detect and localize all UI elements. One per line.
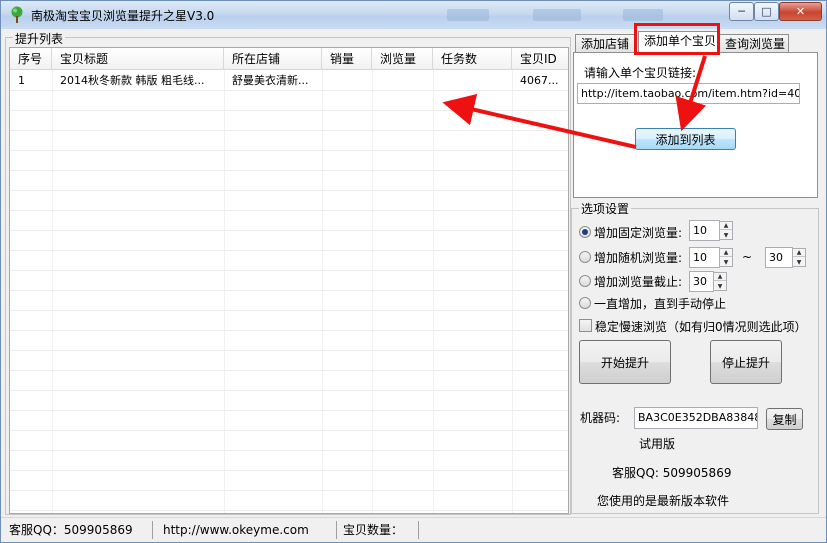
forever-label: 一直增加，直到手动停止 bbox=[594, 297, 727, 311]
copy-button[interactable]: 复制 bbox=[766, 408, 803, 430]
empty-row bbox=[10, 471, 568, 491]
tab-add-shop[interactable]: 添加店铺 bbox=[575, 34, 637, 53]
slow-browse-label: 稳定慢速浏览（如有归0情况则选此项） bbox=[595, 320, 807, 334]
list-header: 序号 宝贝标题 所在店铺 销量 浏览量 任务数 宝贝ID bbox=[10, 48, 568, 70]
stop-button[interactable]: 停止提升 bbox=[710, 340, 782, 384]
empty-row bbox=[10, 171, 568, 191]
tab-query-views[interactable]: 查询浏览量 bbox=[719, 34, 789, 53]
close-icon: ✕ bbox=[795, 5, 806, 18]
empty-row bbox=[10, 411, 568, 431]
maximize-icon: □ bbox=[761, 5, 772, 18]
views-until-input[interactable]: 30 bbox=[689, 271, 714, 292]
table-row[interactable]: 1 2014秋冬新款 韩版 粗毛线... 舒曼美衣清新... 4067... bbox=[10, 71, 568, 91]
range-separator: ~ bbox=[742, 250, 753, 264]
empty-row bbox=[10, 431, 568, 451]
title-bar[interactable]: 南极淘宝宝贝浏览量提升之星V3.0 ─ □ ✕ bbox=[1, 1, 826, 29]
blurred-menu-item bbox=[447, 9, 489, 21]
empty-row bbox=[10, 271, 568, 291]
col-header-title[interactable]: 宝贝标题 bbox=[52, 48, 224, 70]
col-header-views[interactable]: 浏览量 bbox=[372, 48, 433, 70]
app-window: 南极淘宝宝贝浏览量提升之星V3.0 ─ □ ✕ 提升列表 序号 宝贝标题 所在店… bbox=[0, 0, 827, 543]
item-list[interactable]: 序号 宝贝标题 所在店铺 销量 浏览量 任务数 宝贝ID 1 2014秋冬新款 … bbox=[9, 47, 569, 514]
stepper-down-icon[interactable]: ▼ bbox=[720, 258, 732, 266]
tree-icon bbox=[11, 6, 23, 23]
status-qq: 客服QQ：509905869 bbox=[3, 521, 153, 539]
empty-row bbox=[10, 251, 568, 271]
random-views-label: 增加随机浏览量: bbox=[594, 251, 683, 265]
cell-item-id: 4067... bbox=[520, 74, 559, 87]
minimize-icon: ─ bbox=[738, 5, 745, 18]
minimize-button[interactable]: ─ bbox=[729, 2, 754, 21]
random-max-stepper[interactable]: ▲ ▼ bbox=[792, 248, 806, 267]
close-button[interactable]: ✕ bbox=[779, 2, 822, 21]
item-url-input[interactable]: http://item.taobao.com/item.htm?id=40672… bbox=[577, 83, 800, 104]
cell-shop: 舒曼美衣清新... bbox=[232, 74, 309, 87]
machine-code-label: 机器码: bbox=[580, 411, 621, 425]
slow-browse-checkbox[interactable] bbox=[579, 319, 592, 332]
empty-row bbox=[10, 231, 568, 251]
blurred-menu-item bbox=[623, 9, 663, 21]
empty-row bbox=[10, 211, 568, 231]
col-header-index[interactable]: 序号 bbox=[10, 48, 52, 70]
fixed-views-input[interactable]: 10 bbox=[689, 220, 720, 241]
forever-radio[interactable] bbox=[579, 297, 591, 309]
maximize-button[interactable]: □ bbox=[754, 2, 779, 21]
list-group-label: 提升列表 bbox=[13, 30, 66, 47]
random-min-input[interactable]: 10 bbox=[689, 247, 720, 268]
col-header-shop[interactable]: 所在店铺 bbox=[224, 48, 322, 70]
stepper-down-icon[interactable]: ▼ bbox=[793, 258, 805, 266]
tab-add-item[interactable]: 添加单个宝贝 bbox=[638, 31, 718, 53]
empty-row bbox=[10, 351, 568, 371]
options-group-label: 选项设置 bbox=[579, 200, 632, 217]
col-header-sales[interactable]: 销量 bbox=[322, 48, 372, 70]
empty-row bbox=[10, 311, 568, 331]
status-url[interactable]: http://www.okeyme.com bbox=[157, 521, 337, 539]
stepper-up-icon[interactable]: ▲ bbox=[720, 222, 732, 230]
start-button[interactable]: 开始提升 bbox=[579, 340, 671, 384]
cell-sales bbox=[322, 71, 372, 91]
empty-row bbox=[10, 391, 568, 411]
empty-row bbox=[10, 491, 568, 511]
item-link-prompt: 请输入单个宝贝链接: bbox=[584, 66, 697, 80]
cell-title: 2014秋冬新款 韩版 粗毛线... bbox=[60, 74, 205, 87]
status-bar: 客服QQ：509905869 http://www.okeyme.com 宝贝数… bbox=[1, 517, 826, 542]
stepper-down-icon[interactable]: ▼ bbox=[720, 231, 732, 239]
fixed-views-radio[interactable] bbox=[579, 226, 591, 238]
window-title: 南极淘宝宝贝浏览量提升之星V3.0 bbox=[31, 9, 215, 23]
stepper-up-icon[interactable]: ▲ bbox=[720, 249, 732, 257]
status-item-count: 宝贝数量： bbox=[337, 521, 419, 539]
random-views-radio[interactable] bbox=[579, 251, 591, 263]
cell-views bbox=[372, 71, 433, 91]
views-until-label: 增加浏览量截止: bbox=[594, 275, 683, 289]
stepper-up-icon[interactable]: ▲ bbox=[793, 249, 805, 257]
stepper-up-icon[interactable]: ▲ bbox=[714, 273, 726, 281]
add-to-list-button[interactable]: 添加到列表 bbox=[635, 128, 736, 150]
cell-tasks bbox=[433, 71, 512, 91]
empty-row bbox=[10, 451, 568, 471]
empty-row bbox=[10, 91, 568, 111]
cell-index: 1 bbox=[18, 74, 25, 87]
col-header-item-id[interactable]: 宝贝ID bbox=[512, 48, 568, 70]
empty-row bbox=[10, 191, 568, 211]
status-empty-cell bbox=[419, 521, 817, 539]
machine-code-field[interactable]: BA3C0E352DBA8384868 bbox=[634, 407, 758, 429]
empty-row bbox=[10, 151, 568, 171]
empty-row bbox=[10, 371, 568, 391]
fixed-views-label: 增加固定浏览量: bbox=[594, 226, 683, 240]
random-min-stepper[interactable]: ▲ ▼ bbox=[719, 248, 733, 267]
empty-row bbox=[10, 131, 568, 151]
blurred-menu-item bbox=[533, 9, 581, 21]
col-header-tasks[interactable]: 任务数 bbox=[433, 48, 512, 70]
empty-row bbox=[10, 111, 568, 131]
empty-row bbox=[10, 331, 568, 351]
empty-row bbox=[10, 291, 568, 311]
version-text: 您使用的是最新版本软件 bbox=[597, 494, 730, 508]
trial-label: 试用版 bbox=[639, 437, 676, 451]
fixed-views-stepper[interactable]: ▲ ▼ bbox=[719, 221, 733, 240]
random-max-input[interactable]: 30 bbox=[765, 247, 793, 268]
views-until-radio[interactable] bbox=[579, 275, 591, 287]
service-qq-text: 客服QQ: 509905869 bbox=[612, 466, 732, 480]
views-until-stepper[interactable]: ▲ ▼ bbox=[713, 272, 727, 291]
stepper-down-icon[interactable]: ▼ bbox=[714, 282, 726, 290]
